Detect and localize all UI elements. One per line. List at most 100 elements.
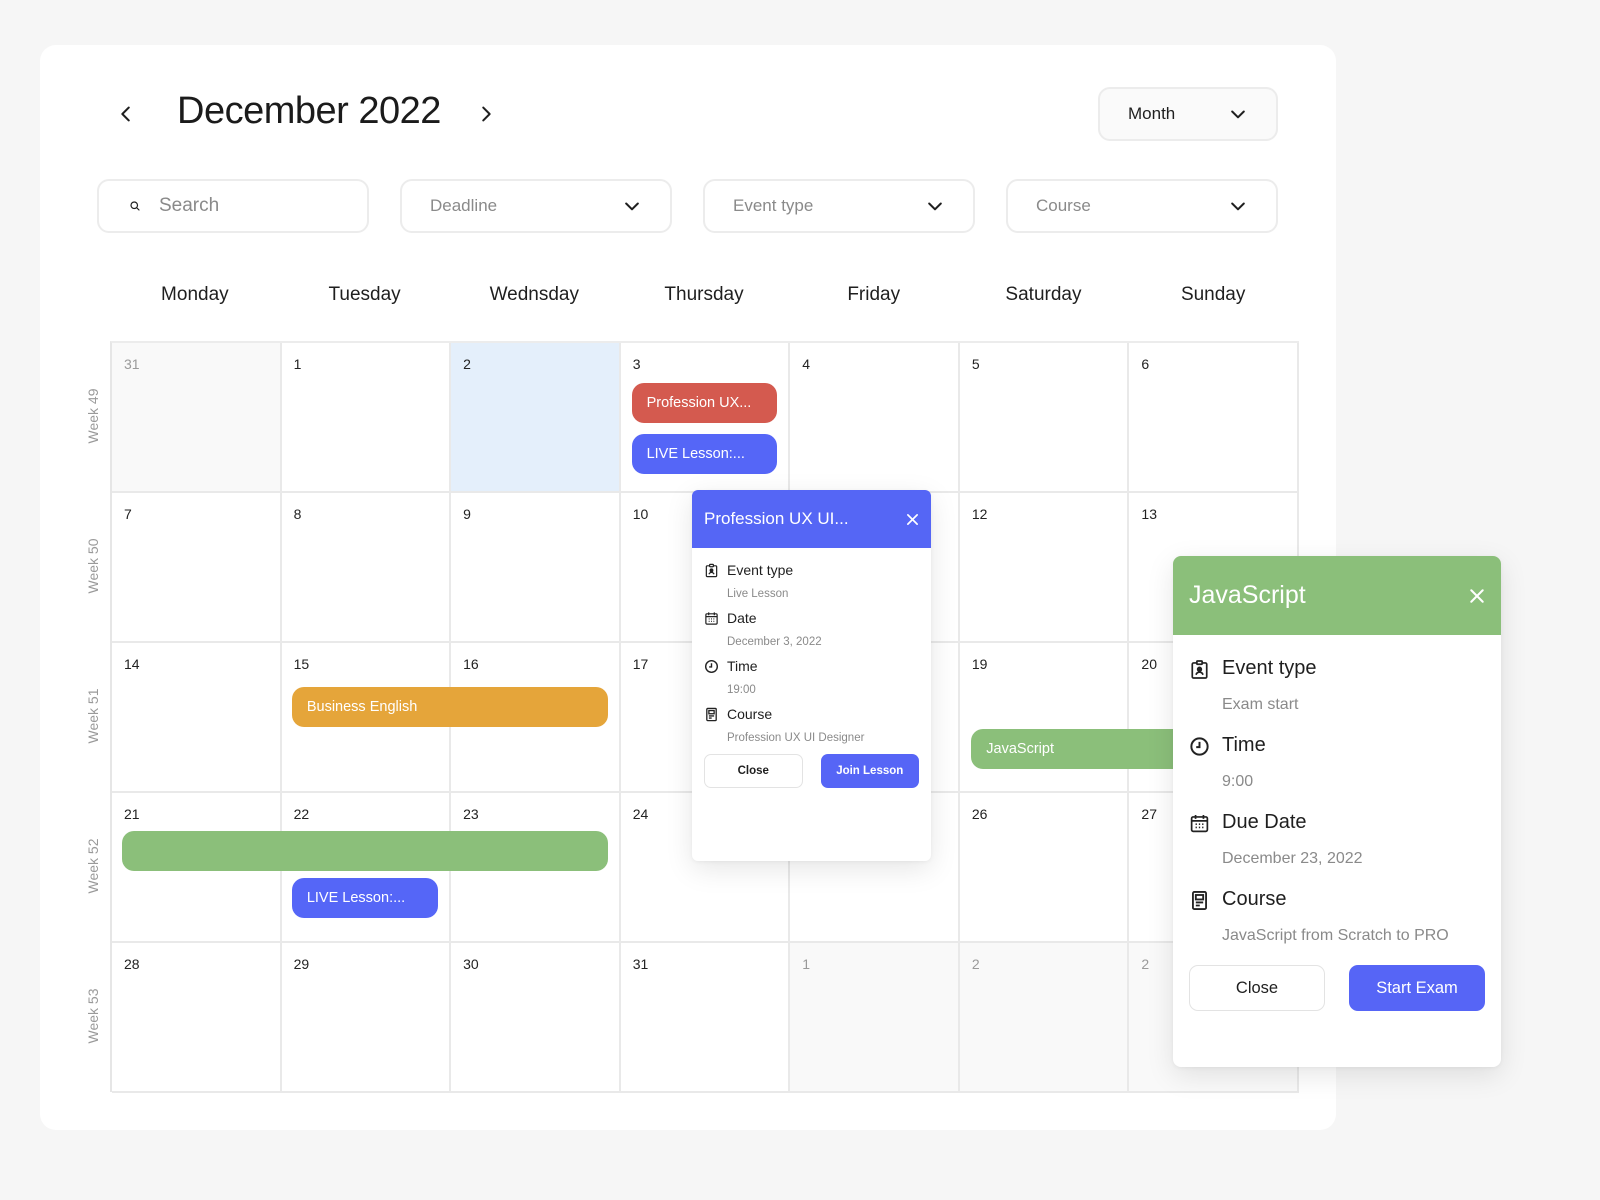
chevron-down-icon [625,202,639,211]
day-cell[interactable]: 9 [451,493,621,643]
week-label-text: Week 49 [85,388,101,444]
day-cell[interactable]: 12 [959,493,1130,643]
view-select-value: Month [1128,104,1176,123]
detail-value: Profession UX UI Designer [727,732,865,744]
detail-course: Course JavaScript from Scratch to PRO [1189,888,1485,945]
day-cell[interactable]: 6 [1129,343,1299,493]
week-label: Week 53 [78,941,108,1091]
detail-value: Live Lesson [727,588,789,600]
day-number: 30 [463,956,479,972]
clock-icon [704,659,719,674]
day-cell[interactable]: 29 [281,943,452,1093]
lesson-details-popup: Profession UX UI... Event type Live Lesso… [692,490,931,861]
day-cell[interactable]: 2 [451,343,621,493]
day-number: 3 [632,356,641,372]
detail-label: Event type [727,562,794,578]
event-chip[interactable]: LIVE Lesson:... [631,434,778,474]
day-number: 22 [293,806,310,822]
close-icon [907,513,918,525]
day-cell[interactable]: 8 [281,493,452,643]
calendar-icon [704,611,719,626]
day-number: 1 [293,356,302,372]
day-number: 7 [124,506,132,522]
day-number: 26 [971,806,988,822]
week-label: Week 49 [78,341,108,491]
day-cell[interactable]: 28 [112,943,282,1093]
day-number: 31 [632,956,649,972]
join-lesson-button[interactable]: Join Lesson [820,754,919,788]
day-number: 2 [1141,956,1150,972]
search-field[interactable] [97,179,369,233]
popup-header: JavaScript [1173,556,1501,635]
detail-value: 9:00 [1222,773,1254,790]
close-button[interactable]: Close [704,754,803,788]
chevron-right-icon [482,106,491,122]
popup-title: Profession UX UI... [704,509,849,528]
chevron-down-icon [1231,202,1245,211]
start-exam-button[interactable]: Start Exam [1349,965,1485,1011]
day-cell[interactable]: 14 [112,643,282,793]
day-cell[interactable]: 2 [959,943,1130,1093]
next-month-button[interactable] [468,96,504,132]
event-chip[interactable]: Business English [291,687,608,727]
day-cell[interactable]: 26 [959,793,1130,943]
day-cell[interactable]: 30 [451,943,621,1093]
event-chip[interactable]: Profession UX... [631,383,778,423]
event-chip[interactable] [122,831,608,871]
detail-value: December 3, 2022 [727,636,822,648]
week-label-text: Week 50 [85,538,101,594]
weekday-header: Thursday [664,284,744,305]
search-icon [130,201,140,211]
week-label: Week 50 [78,491,108,641]
day-cell[interactable]: 31 [620,943,791,1093]
event-type-filter[interactable]: Event type [703,179,975,233]
day-number: 21 [124,806,140,822]
detail-time: Time 9:00 [1189,734,1485,791]
detail-label: Due Date [1222,811,1307,833]
day-number: 2 [463,356,471,372]
event-chip[interactable]: LIVE Lesson:... [291,878,438,918]
detail-label: Date [727,610,757,626]
day-cell[interactable]: 5 [959,343,1130,493]
chevron-left-icon [121,106,130,122]
day-cell[interactable]: 19 [959,643,1130,793]
detail-course: Course Profession UX UI Designer [704,706,919,744]
day-number: 23 [463,806,479,822]
weekday-header: Saturday [1005,284,1082,305]
weekday-header: Monday [161,284,229,305]
close-popup-button[interactable] [1469,588,1485,604]
close-button[interactable]: Close [1189,965,1325,1011]
badge-icon [1189,659,1210,680]
day-number: 10 [632,506,649,522]
detail-label: Course [727,706,773,722]
detail-due-date: Due Date December 23, 2022 [1189,811,1485,868]
day-number: 15 [293,656,310,672]
view-select[interactable]: Month [1098,87,1278,141]
detail-date: Date December 3, 2022 [704,610,919,648]
week-label-text: Week 53 [85,988,101,1044]
week-labels: Week 49 Week 50 Week 51 Week 52 Week 53 [78,341,108,1091]
detail-value: Exam start [1222,696,1299,713]
detail-value: December 23, 2022 [1222,850,1363,867]
day-cell[interactable]: 7 [112,493,282,643]
previous-month-button[interactable] [108,96,144,132]
document-icon [1189,890,1210,911]
day-number: 24 [632,806,649,822]
day-cell[interactable]: 1 [281,343,452,493]
deadline-filter[interactable]: Deadline [400,179,672,233]
day-number: 29 [293,956,310,972]
day-cell[interactable]: 4 [790,343,960,493]
day-cell[interactable]: 1 [790,943,960,1093]
search-input[interactable] [159,195,339,217]
close-popup-button[interactable] [906,513,919,526]
popup-title: JavaScript [1189,581,1306,609]
day-cell[interactable]: 31 [112,343,282,493]
course-filter-label: Course [1036,196,1091,215]
popup-actions: Close Start Exam [1189,965,1485,1011]
day-number: 13 [1141,506,1157,522]
day-number: 14 [124,656,140,672]
weekday-header: Wednsday [489,284,580,305]
course-filter[interactable]: Course [1006,179,1278,233]
weekday-header: Tuesday [328,284,401,305]
detail-event-type: Event type Exam start [1189,657,1485,714]
